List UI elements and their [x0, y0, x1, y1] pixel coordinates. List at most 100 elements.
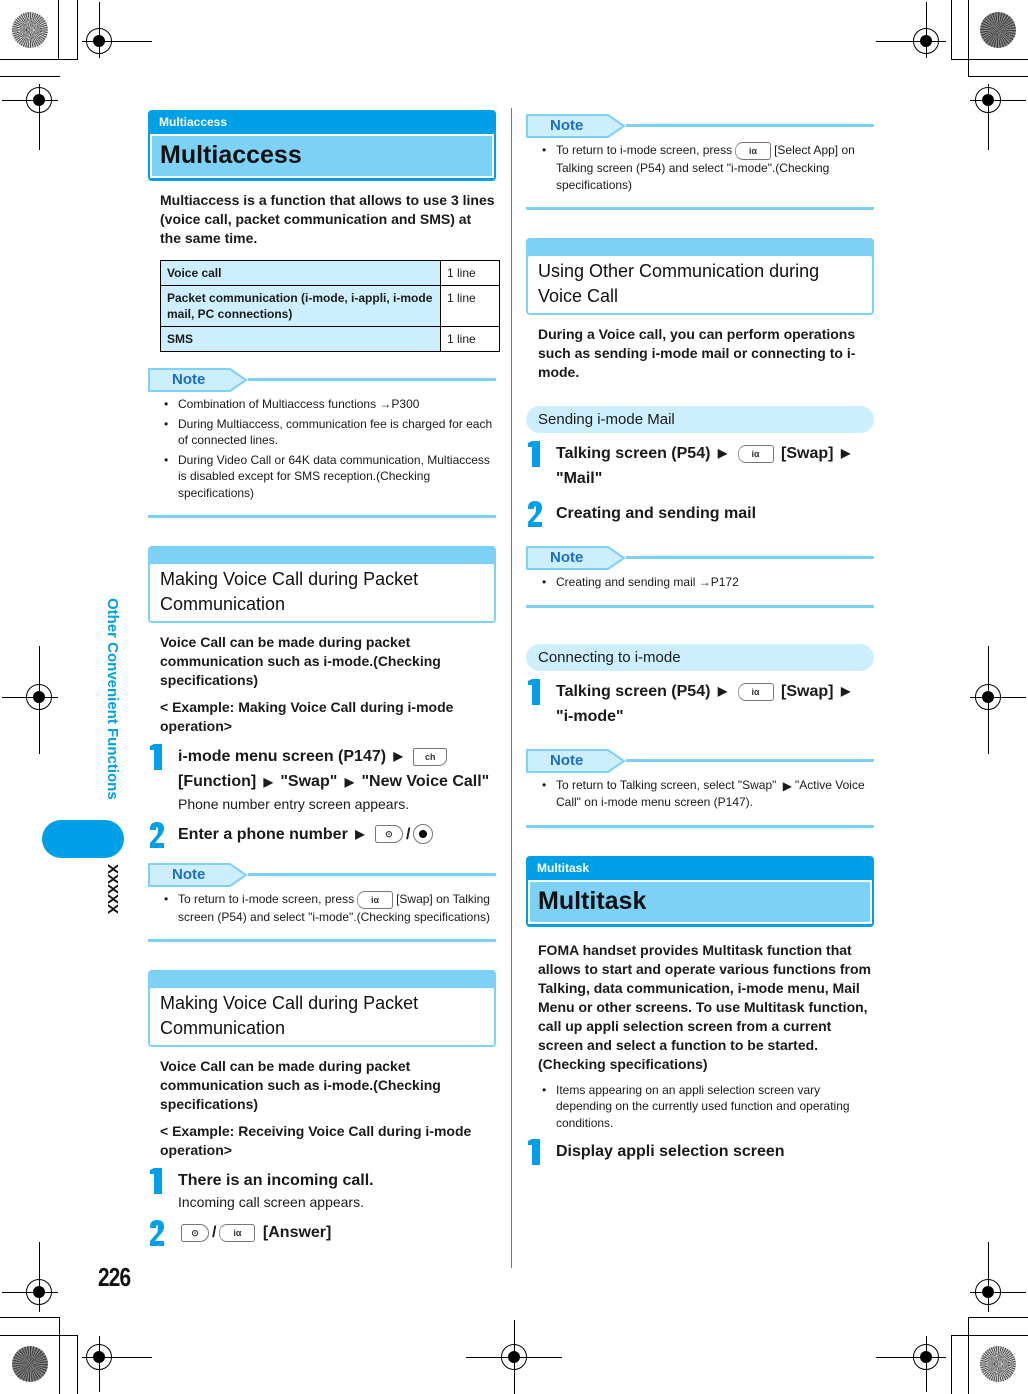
note-box: Note Creating and sending mail →P172 — [526, 546, 874, 608]
section-header-multitask: Multitask Multitask — [526, 855, 874, 927]
arrow-right-icon: ▶ — [717, 446, 728, 461]
note-end-rule — [526, 824, 874, 828]
chapter-side-label: Other Convenient Functions — [104, 598, 121, 800]
arrow-right-icon: ▶ — [393, 749, 403, 764]
step-1: Display appli selection screen — [526, 1139, 874, 1164]
note-item: During Multiaccess, communication fee is… — [164, 416, 496, 449]
arrow-right-icon: ▶ — [717, 684, 728, 699]
arrow-right-icon: ▶ — [782, 778, 792, 793]
registration-starburst-icon — [980, 1346, 1016, 1382]
note-rule — [248, 378, 496, 381]
note-text: To return to Talking screen, select "Swa… — [556, 778, 777, 793]
step-text: [Function] — [178, 773, 257, 791]
subsection-pill-sending-mail: Sending i-mode Mail — [526, 406, 874, 433]
step-2: ⊙ / iα [Answer] — [148, 1220, 496, 1245]
step-2: Enter a phone number ▶ ⊙ / — [148, 822, 496, 847]
left-column: Multiaccess Multiaccess Multiaccess is a… — [148, 110, 500, 1245]
note-label: Note — [172, 865, 206, 883]
section-title: Using Other Communication during Voice C… — [528, 256, 872, 313]
column-divider — [511, 108, 512, 1268]
chapter-tab-marker — [42, 820, 124, 858]
step-1: Talking screen (P54) ▶ iα [Swap] ▶ "i-mo… — [526, 679, 874, 729]
section-header-making-call: Making Voice Call during Packet Communic… — [148, 546, 496, 623]
table-cell-label: Packet communication (i-mode, i-appli, i… — [160, 285, 441, 327]
table-row: Voice call 1 line — [160, 260, 500, 286]
enter-key-icon — [413, 824, 434, 845]
step-text: There is an incoming call. — [178, 1172, 374, 1190]
step-number-1-icon — [526, 1139, 544, 1165]
note-end-rule — [526, 604, 874, 608]
note-rule — [248, 872, 496, 876]
i-mode-key-icon: iα — [735, 142, 772, 160]
step-text: [Answer] — [262, 1224, 332, 1242]
note-box: Note Combination of Multiaccess function… — [148, 368, 496, 518]
section-header-multiaccess: Multiaccess Multiaccess — [148, 110, 496, 181]
call-key-icon: ⊙ — [374, 825, 403, 844]
step-text: "Mail" — [556, 470, 603, 488]
step-text: [Swap] — [781, 682, 834, 700]
note-label: Note — [172, 371, 206, 388]
arrow-right-icon: ▶ — [263, 774, 273, 789]
table-cell-value: 1 line — [440, 326, 500, 352]
step-text: "Swap" — [280, 773, 338, 791]
note-text: To return to i-mode screen, press — [178, 891, 355, 906]
example-caption: < Example: Making Voice Call during i-mo… — [160, 699, 454, 734]
i-mode-key-icon: iα — [219, 1224, 256, 1243]
making-call-lead: Voice Call can be made during packet com… — [160, 634, 441, 688]
step-text: "i-mode" — [556, 708, 624, 726]
arrow-right-icon: ▶ — [840, 684, 851, 699]
section-title: Making Voice Call during Packet Communic… — [150, 988, 494, 1046]
step-text: Enter a phone number — [178, 825, 348, 843]
other-comm-lead: During a Voice call, you can perform ope… — [538, 326, 856, 380]
note-rule — [626, 556, 874, 560]
function-key-icon: ch — [413, 747, 448, 766]
arrow-right-icon: ▶ — [840, 446, 851, 461]
arrow-right-icon: ▶ — [344, 774, 354, 789]
section-header-other-comm: Using Other Communication during Voice C… — [526, 238, 874, 315]
note-box: Note To return to Talking screen, select… — [526, 749, 874, 828]
note-end-rule — [526, 207, 874, 210]
right-column: Note To return to i-mode screen, pressiα… — [526, 110, 874, 1164]
step-1: i-mode menu screen (P147) ▶ ch [Function… — [148, 744, 496, 814]
note-end-rule — [148, 515, 496, 518]
note-label: Note — [550, 549, 584, 567]
step-number-1-icon — [526, 441, 544, 467]
multiaccess-lead: Multiaccess is a function that allows to… — [160, 192, 495, 246]
note-label: Note — [550, 117, 584, 134]
note-box: Note To return to i-mode screen, pressiα… — [148, 863, 496, 943]
note-label: Note — [550, 752, 584, 770]
table-cell-label: SMS — [160, 326, 441, 352]
step-text: "New Voice Call" — [361, 773, 490, 791]
section-title: Making Voice Call during Packet Communic… — [150, 564, 494, 621]
table-row: SMS 1 line — [160, 326, 500, 352]
section-header-receiving-call: Making Voice Call during Packet Communic… — [148, 970, 496, 1048]
call-key-icon: ⊙ — [181, 1224, 209, 1243]
note-item: To return to i-mode screen, pressiα[Swap… — [164, 890, 496, 926]
multitask-lead: FOMA handset provides Multitask function… — [538, 941, 871, 1072]
chapter-tab-code: XXXXX — [104, 864, 121, 915]
i-mode-key-icon: iα — [737, 444, 774, 463]
arrow-right-icon: ▶ — [355, 826, 365, 841]
step-text: Display appli selection screen — [556, 1143, 785, 1161]
registration-starburst-icon — [12, 1346, 48, 1382]
step-text: [Swap] — [781, 445, 834, 462]
step-text: Creating and sending mail — [556, 505, 757, 523]
note-item: To return to Talking screen, select "Swa… — [542, 777, 874, 811]
step-description: Incoming call screen appears. — [178, 1194, 364, 1211]
i-mode-key-icon: iα — [357, 890, 394, 909]
example-caption: < Example: Receiving Voice Call during i… — [160, 1123, 472, 1159]
note-end-rule — [148, 939, 496, 943]
note-item: Combination of Multiaccess functions →P3… — [164, 396, 496, 413]
separator: / — [405, 825, 411, 843]
multitask-bullet: Items appearing on an appli selection sc… — [542, 1082, 874, 1132]
note-text: To return to i-mode screen, press — [556, 143, 733, 158]
step-1: There is an incoming call. Incoming call… — [148, 1168, 496, 1212]
step-text: Talking screen (P54) — [556, 445, 711, 462]
section-small-title: Multiaccess — [159, 115, 228, 129]
step-number-2-icon — [148, 1220, 166, 1246]
step-2: Creating and sending mail — [526, 501, 874, 526]
table-cell-label: Voice call — [160, 260, 441, 286]
step-number-2-icon — [526, 501, 544, 527]
step-text: Talking screen (P54) — [556, 682, 711, 700]
subsection-pill-connecting: Connecting to i-mode — [526, 643, 874, 671]
